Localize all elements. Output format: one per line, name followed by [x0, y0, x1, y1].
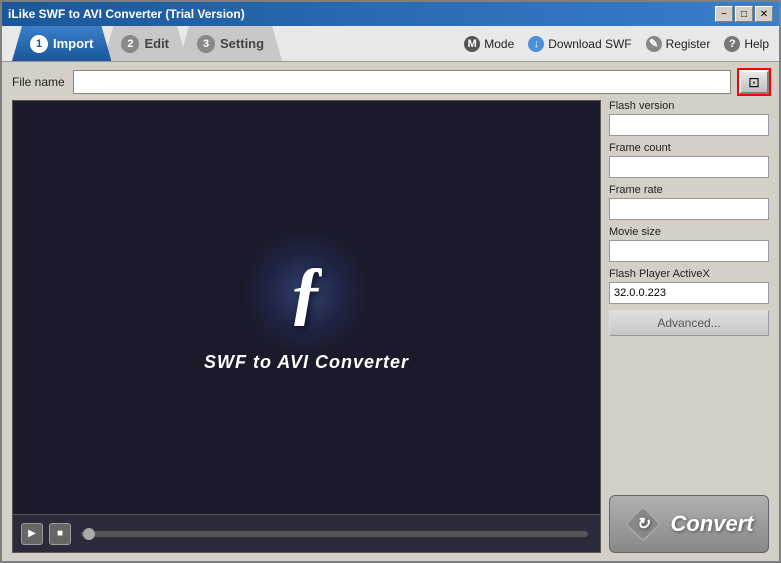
- browse-button[interactable]: ⊡: [739, 70, 769, 94]
- maximize-button[interactable]: □: [735, 6, 753, 22]
- svg-text:↻: ↻: [637, 516, 651, 533]
- register-icon: ✎: [646, 36, 662, 52]
- tab-import-label: Import: [53, 36, 93, 51]
- mode-label: Mode: [484, 37, 514, 51]
- tab-setting-num: 3: [197, 35, 215, 53]
- frame-rate-field: Frame rate: [609, 184, 769, 220]
- browse-icon: ⊡: [748, 74, 760, 91]
- progress-track[interactable]: [81, 531, 588, 537]
- convert-icon: ↻: [624, 505, 662, 543]
- help-icon: ?: [724, 36, 740, 52]
- play-button[interactable]: ▶: [21, 523, 43, 545]
- tab-setting-label: Setting: [220, 36, 264, 51]
- info-panel: Flash version Frame count Frame rate Mov…: [609, 100, 769, 553]
- close-button[interactable]: ✕: [755, 6, 773, 22]
- file-name-input[interactable]: [73, 70, 731, 94]
- tab-edit-label: Edit: [144, 36, 169, 51]
- progress-thumb: [83, 528, 95, 540]
- advanced-button[interactable]: Advanced...: [609, 310, 769, 336]
- player-bar: ▶ ■: [12, 515, 601, 553]
- download-swf-button[interactable]: ↓ Download SWF: [528, 36, 631, 52]
- frame-rate-label: Frame rate: [609, 184, 769, 196]
- tab-edit-num: 2: [121, 35, 139, 53]
- frame-rate-input[interactable]: [609, 198, 769, 220]
- preview-area: ƒ SWF to AVI Converter: [12, 100, 601, 515]
- flash-version-label: Flash version: [609, 100, 769, 112]
- mode-icon: M: [464, 36, 480, 52]
- flash-version-input[interactable]: [609, 114, 769, 136]
- convert-button[interactable]: ↻ Convert: [609, 495, 769, 553]
- movie-size-label: Movie size: [609, 226, 769, 238]
- flash-player-field: Flash Player ActiveX: [609, 268, 769, 304]
- main-content: File name ⊡ ƒ SWF to AVI Converter: [2, 62, 779, 561]
- file-name-row: File name ⊡: [12, 70, 769, 94]
- flash-icon-wrapper: ƒ: [256, 242, 356, 342]
- tab-import[interactable]: 1 Import: [12, 26, 111, 61]
- tab-group: 1 Import 2 Edit 3 Setting: [12, 26, 274, 61]
- toolbar: 1 Import 2 Edit 3 Setting M Mode ↓ Downl…: [2, 26, 779, 62]
- advanced-label: Advanced...: [657, 316, 720, 330]
- title-bar: iLike SWF to AVI Converter (Trial Versio…: [2, 2, 779, 26]
- content-row: ƒ SWF to AVI Converter ▶ ■: [12, 100, 769, 553]
- help-label: Help: [744, 37, 769, 51]
- file-name-label: File name: [12, 75, 65, 89]
- convert-diamond-svg: ↻: [624, 505, 662, 543]
- help-button[interactable]: ? Help: [724, 36, 769, 52]
- window-title: iLike SWF to AVI Converter (Trial Versio…: [8, 7, 245, 21]
- flash-player-label: Flash Player ActiveX: [609, 268, 769, 280]
- movie-size-input[interactable]: [609, 240, 769, 262]
- download-label: Download SWF: [548, 37, 631, 51]
- frame-count-input[interactable]: [609, 156, 769, 178]
- flash-player-input[interactable]: [609, 282, 769, 304]
- flash-letter: ƒ: [288, 251, 324, 334]
- frame-count-field: Frame count: [609, 142, 769, 178]
- download-icon: ↓: [528, 36, 544, 52]
- register-button[interactable]: ✎ Register: [646, 36, 711, 52]
- flash-logo: ƒ SWF to AVI Converter: [204, 242, 409, 373]
- stop-button[interactable]: ■: [49, 523, 71, 545]
- tab-edit[interactable]: 2 Edit: [103, 26, 187, 61]
- mode-button[interactable]: M Mode: [464, 36, 514, 52]
- preview-panel: ƒ SWF to AVI Converter ▶ ■: [12, 100, 601, 553]
- app-window: iLike SWF to AVI Converter (Trial Versio…: [0, 0, 781, 563]
- frame-count-label: Frame count: [609, 142, 769, 154]
- tab-import-num: 1: [30, 35, 48, 53]
- register-label: Register: [666, 37, 711, 51]
- toolbar-right: M Mode ↓ Download SWF ✎ Register ? Help: [464, 36, 769, 52]
- tab-setting[interactable]: 3 Setting: [179, 26, 282, 61]
- movie-size-field: Movie size: [609, 226, 769, 262]
- flash-version-field: Flash version: [609, 100, 769, 136]
- convert-label: Convert: [670, 511, 753, 537]
- minimize-button[interactable]: −: [715, 6, 733, 22]
- stop-icon: ■: [57, 528, 63, 539]
- title-bar-controls: − □ ✕: [715, 6, 773, 22]
- play-icon: ▶: [28, 528, 36, 539]
